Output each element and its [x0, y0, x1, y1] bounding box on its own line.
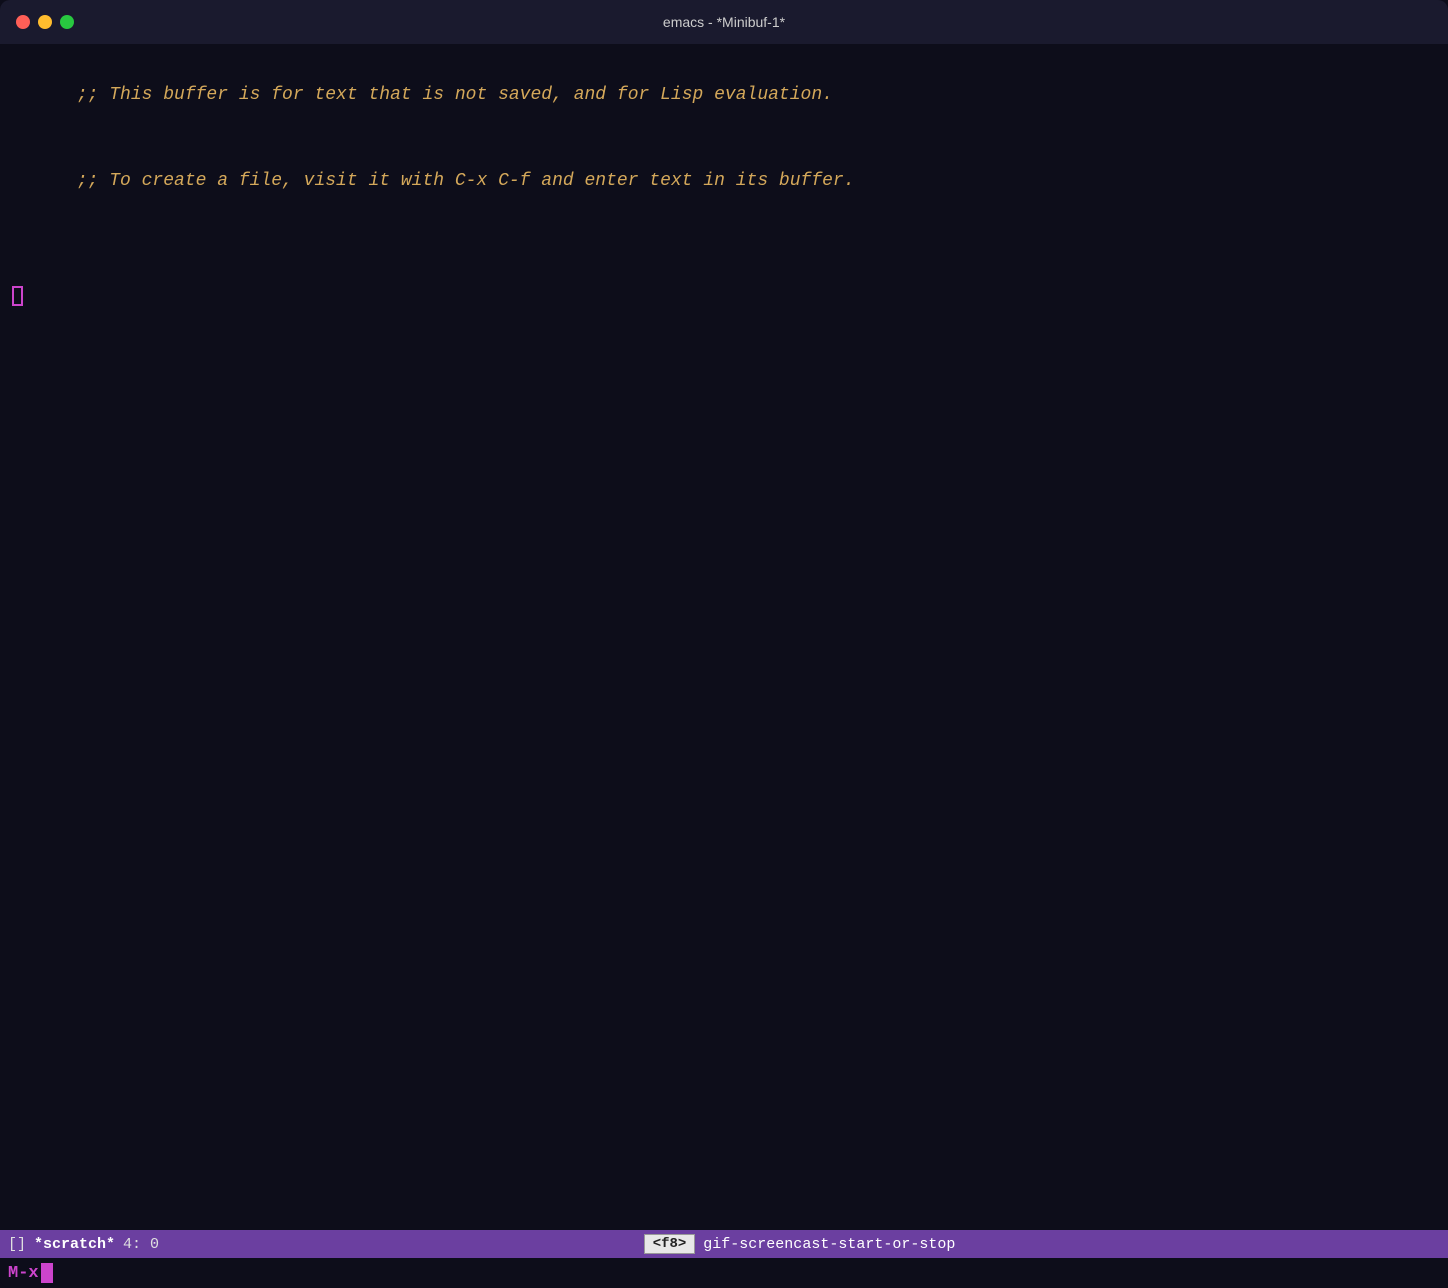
modeline: [] *scratch* 4: 0 <f8> gif-screencast-st…	[0, 1230, 1448, 1258]
editor-area[interactable]: ;; This buffer is for text that is not s…	[0, 44, 1448, 1230]
minibuffer[interactable]: M-x	[0, 1258, 1448, 1288]
modeline-center: <f8> gif-screencast-start-or-stop	[159, 1234, 1440, 1254]
emacs-window: emacs - *Minibuf-1* ;; This buffer is fo…	[0, 0, 1448, 1288]
modeline-position: 4: 0	[123, 1236, 159, 1253]
line2: ;; To create a file, visit it with C-x C…	[77, 171, 855, 191]
minibuf-cursor	[41, 1263, 53, 1283]
modeline-buffer-name: *scratch*	[34, 1236, 115, 1253]
close-button[interactable]	[16, 15, 30, 29]
text-cursor	[12, 286, 23, 306]
minibuf-prompt: M-x	[8, 1264, 39, 1283]
maximize-button[interactable]	[60, 15, 74, 29]
line1: ;; This buffer is for text that is not s…	[77, 85, 833, 105]
modeline-left: [] *scratch* 4: 0	[8, 1236, 159, 1253]
f8-badge: <f8>	[644, 1234, 696, 1254]
window-title: emacs - *Minibuf-1*	[663, 14, 785, 30]
modeline-command: gif-screencast-start-or-stop	[703, 1236, 955, 1253]
traffic-lights	[16, 15, 74, 29]
modeline-brackets: []	[8, 1236, 26, 1253]
titlebar: emacs - *Minibuf-1*	[0, 0, 1448, 44]
editor-content: ;; This buffer is for text that is not s…	[12, 52, 1436, 340]
minimize-button[interactable]	[38, 15, 52, 29]
